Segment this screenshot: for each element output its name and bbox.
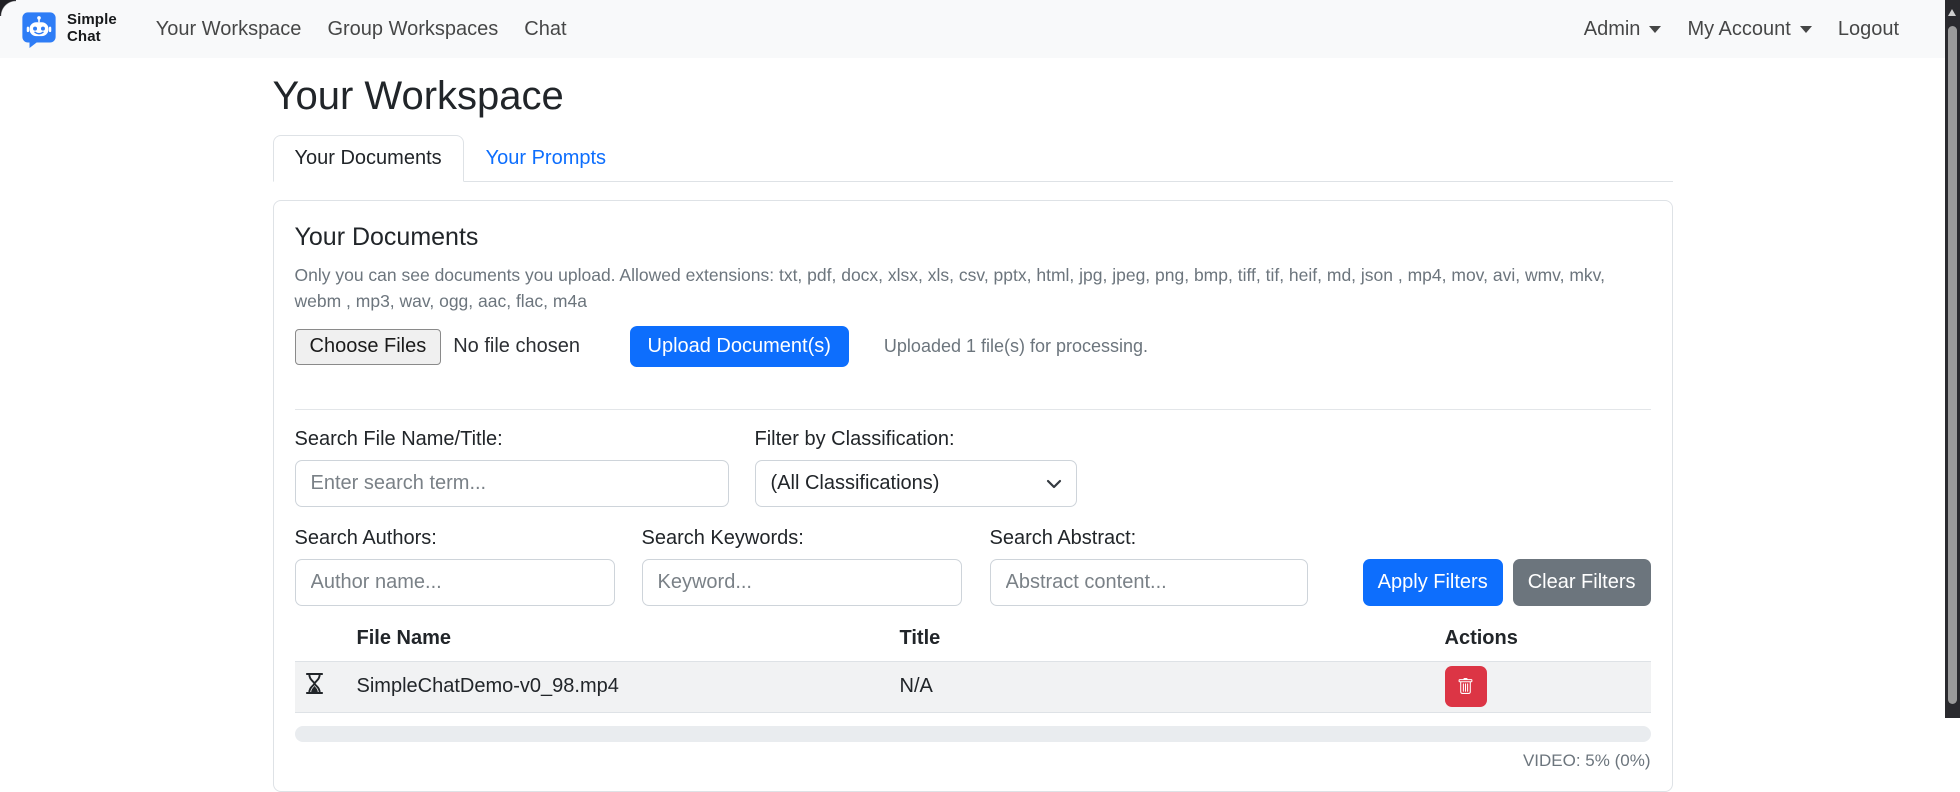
apply-filters-button[interactable]: Apply Filters [1362, 558, 1503, 606]
search-filename-label: Search File Name/Title: [294, 427, 503, 450]
hourglass-icon [295, 668, 357, 705]
file-name-cell: SimpleChatDemo-v0_98.mp4 [356, 675, 619, 697]
search-keywords-input[interactable] [641, 558, 962, 606]
nav-right: Admin My Account Logout [1571, 8, 1912, 51]
allowed-extensions-text: Only you can see documents you upload. A… [294, 265, 1605, 312]
nav-item-chat[interactable]: Chat [511, 8, 579, 51]
brand-text: Simple Chat [67, 11, 117, 45]
tab-bar: Your Documents Your Prompts [272, 135, 1673, 182]
file-input[interactable]: Choose Files No file chosen [294, 328, 630, 365]
tab-your-documents[interactable]: Your Documents [272, 135, 464, 182]
brand[interactable]: Simple Chat [20, 10, 117, 48]
no-file-chosen-text: No file chosen [453, 335, 580, 357]
column-header-file-name: File Name [356, 626, 451, 649]
column-header-title: Title [899, 626, 941, 649]
nav-item-logout[interactable]: Logout [1825, 8, 1912, 51]
nav-links: Your Workspace Group Workspaces Chat [143, 8, 580, 51]
column-header-actions: Actions [1444, 626, 1518, 649]
clear-filters-button[interactable]: Clear Filters [1512, 558, 1651, 606]
classification-filter-label: Filter by Classification: [754, 427, 955, 450]
search-abstract-input[interactable] [989, 558, 1308, 606]
tab-your-prompts[interactable]: Your Prompts [464, 135, 628, 182]
title-cell: N/A [899, 675, 933, 697]
search-keywords-label: Search Keywords: [641, 526, 804, 549]
upload-row: Choose Files No file chosen Upload Docum… [294, 326, 1651, 367]
nav-item-group-workspaces[interactable]: Group Workspaces [314, 8, 511, 51]
caret-down-icon [1649, 25, 1662, 33]
scroll-up-arrow-icon[interactable] [1948, 9, 1956, 16]
upload-documents-button[interactable]: Upload Document(s) [629, 326, 849, 367]
choose-files-button[interactable]: Choose Files [294, 328, 442, 365]
window-corner [0, 0, 16, 16]
table-header-row: File Name Title Actions [295, 618, 1651, 661]
caret-down-icon [1799, 25, 1812, 33]
search-authors-input[interactable] [294, 558, 615, 606]
card-heading: Your Documents [294, 223, 479, 251]
nav-dropdown-admin[interactable]: Admin [1571, 8, 1675, 51]
nav-dropdown-my-account[interactable]: My Account [1674, 8, 1824, 51]
upload-status-text: Uploaded 1 file(s) for processing. [883, 336, 1149, 356]
search-filename-input[interactable] [294, 459, 729, 507]
table-row: SimpleChatDemo-v0_98.mp4 N/A [294, 660, 1651, 713]
scrollbar-thumb[interactable] [1948, 26, 1957, 704]
search-authors-label: Search Authors: [294, 526, 437, 549]
page-wrap: Your Workspace Your Documents Your Promp… [0, 74, 1945, 792]
nav-item-your-workspace[interactable]: Your Workspace [143, 8, 315, 51]
page-title: Your Workspace [272, 74, 564, 118]
filter-row-1: Search File Name/Title: Filter by Classi… [294, 427, 1651, 507]
trash-icon [1457, 678, 1474, 695]
main-container: Your Workspace Your Documents Your Promp… [272, 74, 1673, 792]
filter-row-2: Search Authors: Search Keywords: Search … [294, 526, 1651, 606]
robot-chat-logo-icon [20, 10, 58, 48]
upload-progress-bar [294, 725, 1651, 742]
classification-select[interactable]: (All Classifications) [754, 459, 1077, 507]
documents-table: File Name Title Actions SimpleChatDemo-v… [294, 618, 1651, 713]
divider [294, 408, 1651, 410]
your-documents-card: Your Documents Only you can see document… [272, 200, 1673, 792]
top-navbar: Simple Chat Your Workspace Group Workspa… [0, 0, 1960, 58]
browser-scrollbar[interactable] [1945, 0, 1960, 718]
delete-document-button[interactable] [1444, 666, 1487, 707]
progress-status-text: VIDEO: 5% (0%) [1522, 750, 1651, 770]
search-abstract-label: Search Abstract: [989, 526, 1137, 549]
